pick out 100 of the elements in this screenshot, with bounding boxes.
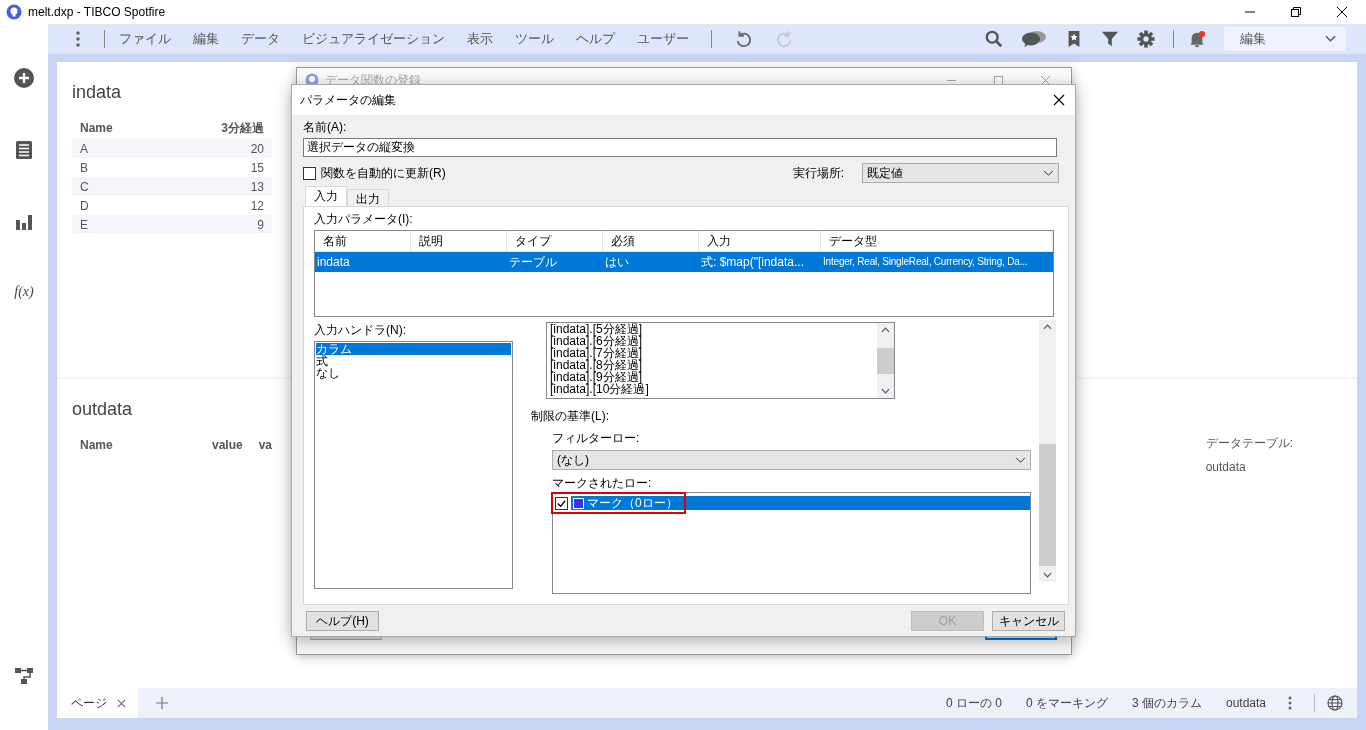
list-item[interactable]: [indata].[6分経過] bbox=[550, 335, 877, 347]
location-dropdown[interactable]: 既定値 bbox=[862, 163, 1059, 183]
close-icon[interactable] bbox=[1053, 94, 1065, 106]
app-logo-icon bbox=[6, 4, 22, 20]
page-tab[interactable]: ページ bbox=[57, 688, 138, 718]
column-header[interactable]: タイプ bbox=[507, 231, 603, 251]
globe-icon[interactable] bbox=[1327, 695, 1343, 711]
search-icon[interactable] bbox=[985, 30, 1003, 48]
column-header[interactable]: 入力 bbox=[699, 231, 821, 251]
scrollbar-thumb[interactable] bbox=[877, 347, 894, 374]
table-title: outdata bbox=[72, 399, 134, 420]
list-item[interactable]: [indata].[7分経過] bbox=[550, 347, 877, 359]
list-item[interactable]: [indata].[10分経過] bbox=[550, 383, 877, 395]
name-field[interactable]: 選択データの縦変換 bbox=[303, 138, 1057, 157]
field-label: 実行場所: bbox=[792, 164, 844, 182]
function-label[interactable]: f(x) bbox=[14, 284, 34, 300]
column-header: 3分経過 bbox=[220, 119, 264, 137]
scroll-up-icon[interactable] bbox=[1043, 324, 1052, 330]
scroll-down-icon[interactable] bbox=[881, 388, 890, 394]
filter-icon[interactable] bbox=[1101, 30, 1119, 48]
restore-icon[interactable] bbox=[1290, 6, 1302, 18]
scrollbar[interactable] bbox=[877, 323, 894, 398]
scrollbar[interactable] bbox=[1039, 320, 1056, 582]
chevron-down-icon bbox=[1015, 456, 1026, 464]
status-text: 0 をマーキング bbox=[1025, 694, 1108, 712]
help-button[interactable]: ヘルプ(H) bbox=[306, 611, 379, 631]
menu-item[interactable]: ユーザー bbox=[637, 30, 689, 48]
mode-dropdown[interactable]: 編集 bbox=[1224, 27, 1346, 51]
table-cell-text: D bbox=[79, 198, 90, 213]
table-cell-text: B bbox=[79, 160, 89, 175]
more-icon[interactable] bbox=[76, 31, 80, 47]
close-icon[interactable] bbox=[1336, 6, 1348, 18]
bar-chart-icon[interactable] bbox=[14, 212, 34, 232]
table-cell-text: 13 bbox=[249, 179, 264, 194]
tab[interactable]: 入力 bbox=[305, 186, 347, 206]
menu-item[interactable]: データ bbox=[241, 30, 280, 48]
menu-item[interactable]: ファイル bbox=[119, 30, 171, 48]
list-item[interactable]: [indata].[9分経過] bbox=[550, 371, 877, 383]
field-label: フィルターロー: bbox=[552, 430, 641, 447]
list-item[interactable]: カラム bbox=[316, 343, 511, 355]
column-header[interactable]: 説明 bbox=[411, 231, 507, 251]
dialog-title: パラメータの編集 bbox=[300, 91, 396, 109]
comments-icon[interactable] bbox=[1021, 30, 1047, 48]
table-cell-text: 12 bbox=[249, 198, 264, 213]
table-title: indata bbox=[72, 82, 123, 103]
cancel-button[interactable]: キャンセル bbox=[992, 611, 1065, 631]
marking-checkbox[interactable] bbox=[555, 496, 568, 510]
column-header[interactable]: 必須 bbox=[603, 231, 699, 251]
hierarchy-icon[interactable] bbox=[14, 666, 34, 686]
status-text: 3 個のカラム bbox=[1131, 694, 1202, 712]
table-cell-text: C bbox=[79, 179, 90, 194]
field-label: 名前(A): bbox=[303, 119, 348, 136]
notification-bell-icon[interactable] bbox=[1188, 30, 1206, 48]
table-cell-text: A bbox=[79, 141, 89, 156]
scroll-down-icon[interactable] bbox=[1043, 572, 1052, 578]
chevron-down-icon bbox=[1043, 169, 1054, 177]
column-header: Name bbox=[79, 438, 114, 452]
section-label: 入力パラメータ(I): bbox=[314, 211, 414, 228]
marking-label: マーク（0ロー） bbox=[587, 494, 678, 512]
undo-icon[interactable] bbox=[734, 30, 752, 48]
more-icon[interactable] bbox=[1288, 696, 1292, 710]
table-cell-text: E bbox=[79, 217, 89, 232]
menu-item[interactable]: 編集 bbox=[193, 30, 219, 48]
column-header: va bbox=[257, 438, 272, 452]
table-row[interactable]: indata テーブル はい 式: $map("[indata... Integer, Real, SingleReal, Currency, String, Da... bbox=[315, 252, 1053, 272]
maximize-icon[interactable] bbox=[993, 74, 1004, 86]
menu-item[interactable]: ビジュアライゼーション bbox=[302, 30, 445, 48]
table-cell-text: 15 bbox=[249, 160, 264, 175]
settings-icon[interactable] bbox=[1137, 30, 1155, 48]
checkbox-label[interactable]: 関数を自動的に更新(R) bbox=[321, 164, 446, 182]
details-value: outdata bbox=[1205, 460, 1247, 474]
add-page-icon[interactable] bbox=[156, 697, 168, 709]
column-header[interactable]: データ型 bbox=[821, 231, 1053, 251]
add-icon[interactable] bbox=[14, 68, 34, 88]
tab[interactable]: 出力 bbox=[347, 189, 389, 206]
menu-item[interactable]: ツール bbox=[515, 30, 554, 48]
list-item[interactable]: [indata].[5分経過] bbox=[550, 323, 877, 335]
section-label: 制限の基準(L): bbox=[531, 408, 610, 425]
auto-update-checkbox[interactable] bbox=[303, 166, 316, 180]
filter-dropdown[interactable]: (なし) bbox=[552, 450, 1031, 470]
table-cell-text: 9 bbox=[256, 217, 264, 232]
chevron-down-icon bbox=[1325, 35, 1336, 43]
window-title: melt.dxp - TIBCO Spotfire bbox=[28, 5, 166, 19]
section-label: 入力ハンドラ(N): bbox=[314, 322, 407, 339]
menu-item[interactable]: 表示 bbox=[467, 30, 493, 48]
menu-item[interactable]: ヘルプ bbox=[576, 30, 615, 48]
scrollbar-thumb[interactable] bbox=[1039, 444, 1056, 566]
column-header: Name bbox=[79, 121, 114, 135]
scroll-up-icon[interactable] bbox=[881, 327, 890, 333]
list-item[interactable]: [indata].[8分経過] bbox=[550, 359, 877, 371]
column-header: value bbox=[210, 438, 243, 452]
status-text: outdata bbox=[1225, 696, 1266, 710]
list-item[interactable]: 式 bbox=[316, 355, 511, 367]
list-item[interactable]: なし bbox=[316, 367, 511, 379]
list-icon[interactable] bbox=[14, 140, 34, 160]
column-header[interactable]: 名前 bbox=[315, 231, 411, 251]
field-label: マークされたロー: bbox=[552, 475, 653, 492]
marking-row[interactable]: マーク（0ロー） bbox=[551, 492, 1030, 514]
status-text: 0 ローの 0 bbox=[945, 694, 1002, 712]
details-label: データテーブル: bbox=[1205, 435, 1293, 452]
